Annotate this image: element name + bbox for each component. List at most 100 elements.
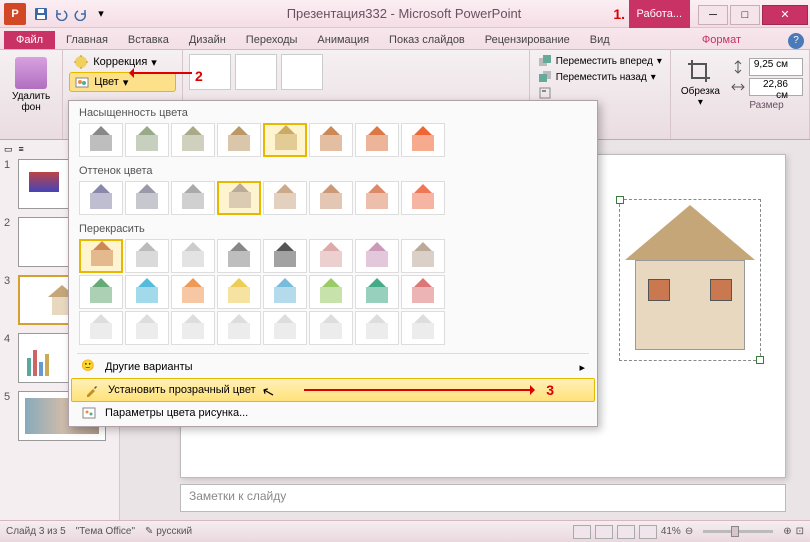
- color-swatch[interactable]: [171, 311, 215, 345]
- color-swatch[interactable]: [217, 123, 261, 157]
- notes-pane[interactable]: Заметки к слайду: [180, 484, 786, 512]
- tab-file[interactable]: Файл: [4, 31, 55, 49]
- crop-button[interactable]: Обрезка▾: [677, 56, 724, 110]
- tab-animations[interactable]: Анимация: [308, 31, 378, 49]
- color-swatch[interactable]: [309, 311, 353, 345]
- close-button[interactable]: ✕: [762, 5, 808, 25]
- color-swatch[interactable]: [355, 311, 399, 345]
- corrections-button[interactable]: Коррекция ▾: [69, 53, 176, 71]
- ribbon-tabs: Файл Главная Вставка Дизайн Переходы Ани…: [0, 28, 810, 50]
- color-swatch[interactable]: [125, 311, 169, 345]
- tab-review[interactable]: Рецензирование: [476, 31, 579, 49]
- tab-insert[interactable]: Вставка: [119, 31, 178, 49]
- color-swatch[interactable]: [309, 181, 353, 215]
- remove-background-button[interactable]: Удалитьфон: [6, 53, 56, 117]
- selection-pane-button[interactable]: [538, 85, 662, 101]
- more-variants-item[interactable]: 🙂 Другие варианты ▸: [69, 356, 597, 378]
- thumbs-tab-slides[interactable]: ▭: [4, 144, 13, 155]
- color-swatch[interactable]: [309, 275, 353, 309]
- format-icon: [81, 405, 97, 421]
- color-swatch[interactable]: [125, 123, 169, 157]
- color-swatch[interactable]: [355, 239, 399, 273]
- color-swatch[interactable]: [171, 123, 215, 157]
- color-swatch[interactable]: [79, 311, 123, 345]
- style-thumb[interactable]: [281, 54, 323, 90]
- color-swatch[interactable]: [401, 275, 445, 309]
- view-slideshow-button[interactable]: [639, 525, 657, 539]
- tone-heading: Оттенок цвета: [79, 165, 587, 177]
- send-backward-icon: [538, 70, 552, 84]
- color-swatch[interactable]: [263, 181, 307, 215]
- tab-slideshow[interactable]: Показ слайдов: [380, 31, 474, 49]
- status-slide-number: Слайд 3 из 5: [6, 526, 66, 537]
- maximize-button[interactable]: □: [730, 5, 760, 25]
- zoom-value[interactable]: 41%: [661, 526, 681, 537]
- color-swatch[interactable]: [217, 181, 261, 215]
- send-backward-button[interactable]: Переместить назад ▾: [538, 69, 662, 85]
- color-swatch[interactable]: [309, 123, 353, 157]
- color-swatch[interactable]: [401, 239, 445, 273]
- tab-transitions[interactable]: Переходы: [237, 31, 307, 49]
- redo-icon[interactable]: [72, 5, 90, 23]
- help-icon[interactable]: ?: [788, 33, 804, 49]
- eyedropper-icon: [84, 382, 100, 398]
- color-swatch[interactable]: [309, 239, 353, 273]
- color-swatch[interactable]: [125, 181, 169, 215]
- tab-view[interactable]: Вид: [581, 31, 619, 49]
- bring-forward-button[interactable]: Переместить вперед ▾: [538, 53, 662, 69]
- color-swatch[interactable]: [263, 311, 307, 345]
- style-thumb[interactable]: [235, 54, 277, 90]
- color-swatch[interactable]: [171, 239, 215, 273]
- color-swatch[interactable]: [217, 275, 261, 309]
- saturation-heading: Насыщенность цвета: [79, 107, 587, 119]
- color-icon: [74, 74, 90, 90]
- color-swatch[interactable]: [263, 275, 307, 309]
- zoom-slider[interactable]: [703, 530, 773, 533]
- annotation-2: 2: [195, 68, 203, 84]
- color-swatch[interactable]: [217, 311, 261, 345]
- color-swatch[interactable]: [355, 181, 399, 215]
- picture-color-options-item[interactable]: Параметры цвета рисунка...: [69, 402, 597, 424]
- tab-design[interactable]: Дизайн: [180, 31, 235, 49]
- zoom-out-button[interactable]: ⊖: [685, 526, 693, 537]
- window-controls: ─ □ ✕: [698, 3, 810, 25]
- color-swatch[interactable]: [171, 181, 215, 215]
- color-swatch[interactable]: [263, 239, 307, 273]
- color-swatch[interactable]: [401, 311, 445, 345]
- color-swatch[interactable]: [79, 275, 123, 309]
- qat-dropdown-icon[interactable]: ▾: [92, 5, 110, 23]
- thumbs-tab-outline[interactable]: ≡: [19, 144, 24, 155]
- color-swatch[interactable]: [263, 123, 307, 157]
- color-swatch[interactable]: [401, 181, 445, 215]
- color-swatch[interactable]: [79, 181, 123, 215]
- save-icon[interactable]: [32, 5, 50, 23]
- color-swatch[interactable]: [79, 239, 123, 273]
- color-swatch[interactable]: [217, 239, 261, 273]
- view-normal-button[interactable]: [573, 525, 591, 539]
- color-swatch[interactable]: [125, 239, 169, 273]
- annotation-1: 1: [613, 6, 625, 22]
- size-group-label: Размер: [730, 98, 803, 111]
- status-language[interactable]: ✎ русский: [145, 526, 192, 537]
- view-sorter-button[interactable]: [595, 525, 613, 539]
- color-swatch[interactable]: [401, 123, 445, 157]
- undo-icon[interactable]: [52, 5, 70, 23]
- color-swatch[interactable]: [125, 275, 169, 309]
- view-reading-button[interactable]: [617, 525, 635, 539]
- color-swatch[interactable]: [355, 123, 399, 157]
- tab-format[interactable]: Формат: [693, 31, 750, 49]
- color-button[interactable]: Цвет ▾: [69, 72, 176, 92]
- zoom-fit-button[interactable]: ⊡: [796, 526, 804, 537]
- height-input[interactable]: 9,25 см: [749, 58, 803, 76]
- color-swatch[interactable]: [171, 275, 215, 309]
- title-bar: P ▾ Презентация332 - Microsoft PowerPoin…: [0, 0, 810, 28]
- tab-home[interactable]: Главная: [57, 31, 117, 49]
- color-swatch[interactable]: [79, 123, 123, 157]
- set-transparent-color-item[interactable]: Установить прозрачный цвет ↖ 3: [71, 378, 595, 402]
- color-swatch[interactable]: [355, 275, 399, 309]
- annotation-3: 3: [546, 382, 554, 398]
- width-input[interactable]: 22,86 см: [749, 78, 803, 96]
- selected-image[interactable]: [625, 205, 755, 355]
- minimize-button[interactable]: ─: [698, 5, 728, 25]
- zoom-in-button[interactable]: ⊕: [783, 526, 791, 537]
